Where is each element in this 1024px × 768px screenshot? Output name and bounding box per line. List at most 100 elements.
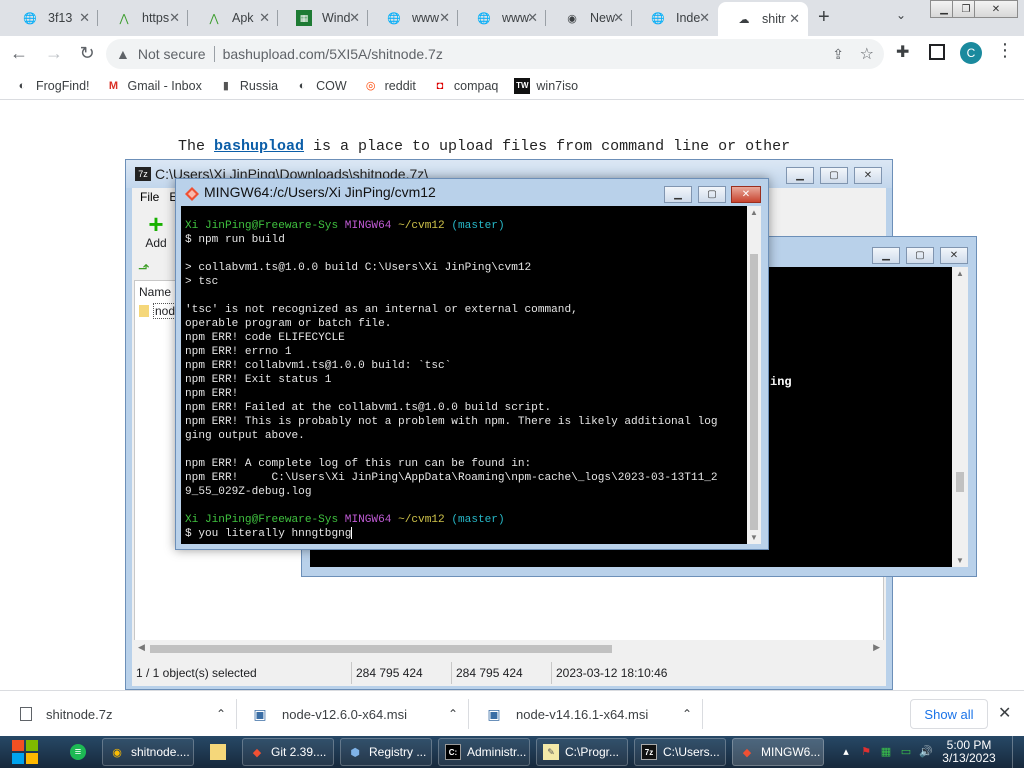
browser-tab[interactable]: 🌐 www ✕ [368,4,458,32]
command-input-line[interactable]: $ you literally hnngtbgng [185,527,743,541]
system-clock[interactable]: 5:00 PM 3/13/2023 [936,739,1002,765]
browser-tab[interactable]: 🌐 Inde ✕ [632,4,718,32]
warning-icon[interactable]: ▲ [116,46,130,62]
action-center-icon[interactable]: ▦ [878,744,894,758]
browser-tab-active[interactable]: ☁ shitr ✕ [718,2,808,36]
menu-file[interactable]: File [140,190,159,204]
bookmark-russia[interactable]: ▮ Russia [218,78,278,94]
close-icon[interactable]: ✕ [789,11,800,27]
green-a-icon: ⋀ [119,12,129,25]
vertical-scrollbar[interactable]: ▲ ▼ [747,206,761,544]
chevron-up-icon[interactable]: ⌃ [216,707,226,721]
vertical-scrollbar[interactable]: ▲ ▼ [952,267,968,567]
minimize-button[interactable]: ▁ [664,186,692,203]
git-bash-icon [185,187,199,201]
taskbar-item[interactable]: ⬢ Registry ... [340,738,432,766]
bookmark-compaq[interactable]: ◘ compaq [432,78,499,94]
close-icon[interactable]: ✕ [699,10,710,26]
close-button[interactable]: ✕ [731,186,761,203]
column-header-name[interactable]: Name [139,285,171,299]
taskbar-item[interactable]: ≡ [64,738,94,766]
show-all-downloads-button[interactable]: Show all [910,699,988,729]
taskbar-item[interactable]: ◉ shitnode.... [102,738,194,766]
taskbar-item[interactable]: C: Administr... [438,738,530,766]
show-desktop-button[interactable] [1012,736,1024,768]
network-icon[interactable]: ▭ [898,744,914,758]
terminal-output[interactable]: Xi JinPing@Freeware-Sys MINGW64 ~/cvm12 … [181,206,747,544]
bashupload-link[interactable]: bashupload [214,138,304,155]
close-icon[interactable]: ✕ [259,10,270,26]
taskbar-item-active[interactable]: ◆ MINGW6... [732,738,824,766]
minimize-button[interactable]: ▁ [786,167,814,184]
chevron-up-icon[interactable]: ⌃ [448,707,458,721]
horizontal-scrollbar[interactable]: ◀ ▶ [134,640,884,658]
close-window-button[interactable]: ✕ [974,0,1018,18]
flag-notification-icon[interactable]: ⚑ [858,744,874,758]
mingw-title: MINGW64:/c/Users/Xi JinPing/cvm12 [204,184,436,200]
bookmark-cow[interactable]: ◐ COW [294,78,347,94]
bookmark-reddit[interactable]: ◎ reddit [363,78,416,94]
add-button[interactable]: + Add [142,211,170,250]
windows-start-button[interactable] [8,737,42,767]
git-bash-icon: ◆ [742,746,752,759]
globe-icon: 🌐 [477,12,491,25]
bookmark-star-icon[interactable]: ☆ [860,44,874,64]
taskbar-item[interactable] [204,738,238,766]
close-icon[interactable]: ✕ [527,10,538,26]
back-arrow-icon[interactable]: ← [8,42,30,64]
url-text[interactable]: bashupload.com/5XI5A/shitnode.7z [223,46,443,62]
close-icon[interactable]: ✕ [439,10,450,26]
tab-search-chevron-icon[interactable]: ⌄ [896,8,906,22]
more-menu-icon[interactable]: ⋮ [996,40,1014,61]
maximize-button[interactable]: ▢ [698,186,726,203]
browser-tab[interactable]: ⋀ https ✕ [98,4,188,32]
page-intro-text: The bashupload is a place to upload file… [178,138,791,155]
browser-tab[interactable]: ▦ Wind ✕ [278,4,368,32]
close-button[interactable]: ✕ [940,247,968,264]
bookmark-frogfind[interactable]: ◐ FrogFind! [14,78,90,94]
browser-tab[interactable]: ◉ New ✕ [546,4,632,32]
installer-icon: ▣ [487,705,501,722]
forward-arrow-icon[interactable]: → [43,42,65,64]
minimize-button[interactable]: ▁ [872,247,900,264]
share-icon[interactable]: ⇪ [832,46,844,63]
browser-tab[interactable]: ⋀ Apk ✕ [188,4,278,32]
taskbar-item[interactable]: ✎ C:\Progr... [536,738,628,766]
download-item[interactable]: ▣ node-v14.16.1-x64.msi ⌃ [486,691,703,737]
volume-icon[interactable]: 🔊 [918,744,934,758]
security-status[interactable]: Not secure [138,46,206,62]
bookmark-gmail[interactable]: M Gmail - Inbox [106,78,202,94]
chevron-up-icon[interactable]: ⌃ [682,707,692,721]
download-item[interactable]: ▣ node-v12.6.0-x64.msi ⌃ [252,691,469,737]
registry-icon: ⬢ [350,746,360,759]
gmail-icon: M [108,79,119,92]
new-tab-button[interactable]: + [818,6,830,29]
maximize-button[interactable]: ▢ [820,167,848,184]
mingw-terminal-window: MINGW64:/c/Users/Xi JinPing/cvm12 ▁ ▢ ✕ … [175,178,769,550]
download-item[interactable]: shitnode.7z ⌃ [20,691,237,737]
show-hidden-icons-chevron-icon[interactable]: ▴ [838,744,854,758]
side-panel-icon[interactable] [929,44,945,60]
browser-tab[interactable]: 🌐 3f13 ✕ [4,4,98,32]
close-icon[interactable]: ✕ [998,703,1011,723]
7zip-icon: 7z [135,167,151,181]
address-bar[interactable]: ▲ Not secure bashupload.com/5XI5A/shitno… [106,39,884,69]
taskbar-item[interactable]: ◆ Git 2.39.... [242,738,334,766]
close-icon[interactable]: ✕ [349,10,360,26]
file-icon [20,707,32,721]
close-icon[interactable]: ✕ [79,10,90,26]
up-folder-icon[interactable]: ⬏ [138,260,150,277]
close-icon[interactable]: ✕ [613,10,624,26]
close-icon[interactable]: ✕ [169,10,180,26]
close-button[interactable]: ✕ [854,167,882,184]
taskbar-item[interactable]: 7z C:\Users... [634,738,726,766]
extensions-puzzle-icon[interactable]: ✚ [896,42,909,62]
maximize-button[interactable]: ▢ [906,247,934,264]
system-tray: ▴ ⚑ ▦ ▭ 🔊 [838,744,938,758]
reload-icon[interactable]: ↻ [76,42,98,64]
profile-avatar[interactable]: C [960,42,982,64]
spreadsheet-icon: ▦ [296,10,312,26]
browser-tab[interactable]: 🌐 www ✕ [458,4,546,32]
bookmark-win7iso[interactable]: TW win7iso [514,77,578,94]
tw-icon: TW [514,77,531,94]
